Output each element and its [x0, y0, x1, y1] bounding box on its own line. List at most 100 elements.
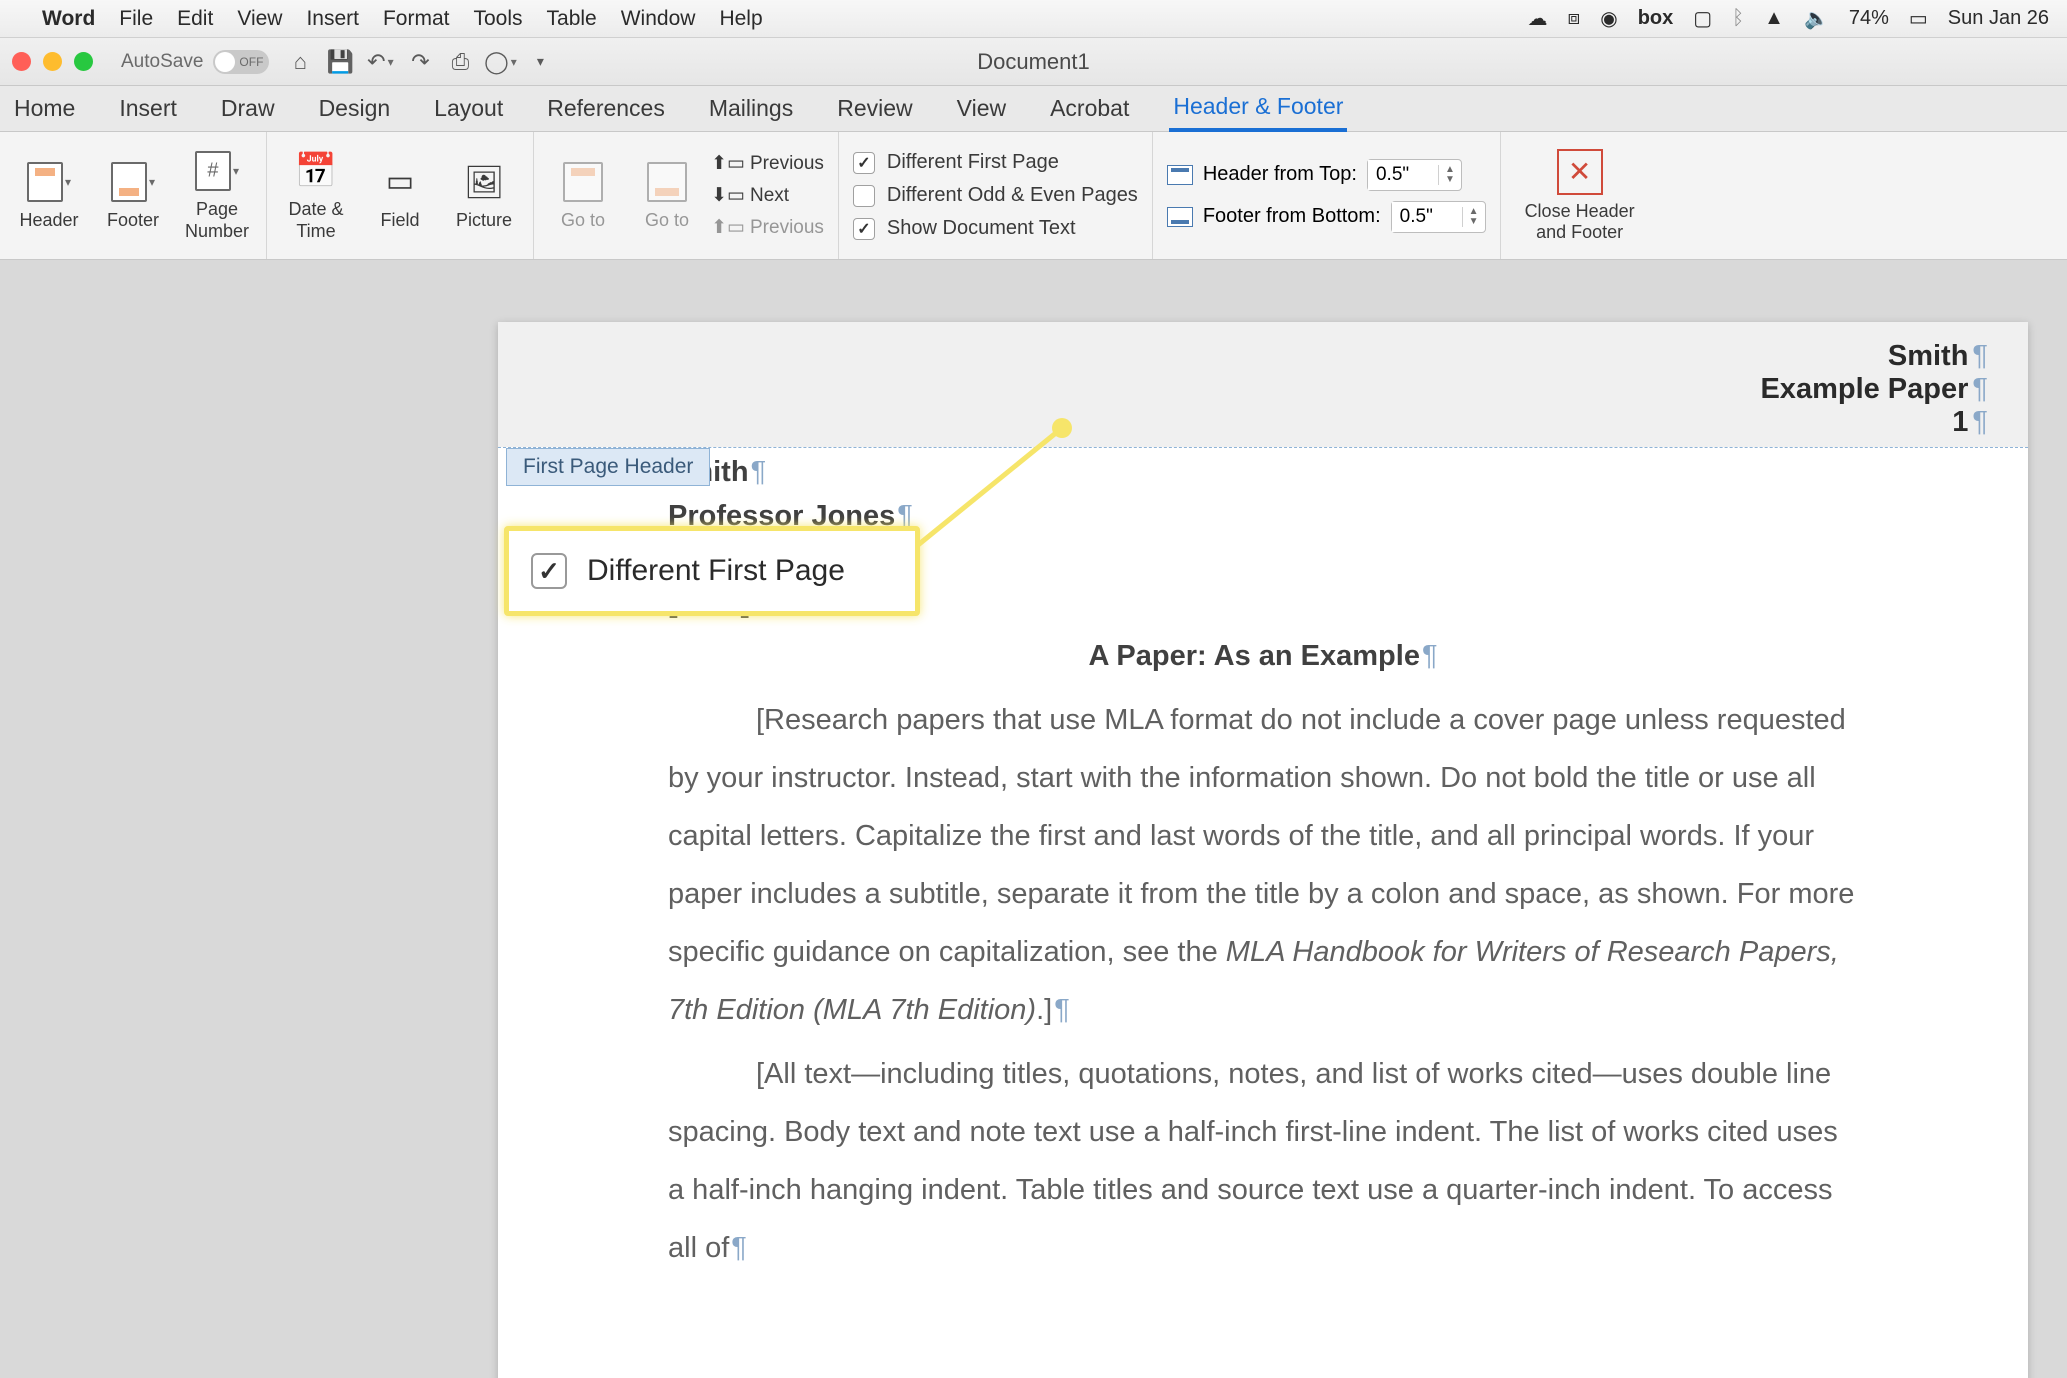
tab-home[interactable]: Home: [10, 87, 79, 130]
header-line-2: Example Paper: [1760, 373, 1988, 406]
autosave-toggle[interactable]: OFF: [213, 50, 269, 74]
next-label: Next: [750, 185, 789, 207]
menu-table[interactable]: Table: [547, 7, 597, 31]
header-page-icon: [27, 162, 63, 202]
print-icon[interactable]: ⎙: [447, 49, 473, 75]
macos-menubar: Word File Edit View Insert Format Tools …: [0, 0, 2067, 38]
window-minimize-button[interactable]: [43, 52, 62, 71]
tab-design[interactable]: Design: [315, 87, 395, 130]
footer-label: Footer: [107, 210, 159, 232]
next-button[interactable]: ⬇▭Next: [716, 184, 824, 208]
spinner-down-icon[interactable]: ▼: [1439, 175, 1461, 185]
previous-label: Previous: [750, 153, 824, 175]
battery-percent[interactable]: 74%: [1849, 7, 1889, 30]
menu-tools[interactable]: Tools: [474, 7, 523, 31]
link-previous-button[interactable]: ⬆▭ Previous: [716, 216, 824, 240]
tab-acrobat[interactable]: Acrobat: [1046, 87, 1133, 130]
footer-bottom-spinner[interactable]: ▲▼: [1391, 201, 1486, 233]
previous-button[interactable]: ⬆▭ Previous: [716, 152, 824, 176]
picture-button[interactable]: 🖼 Picture: [449, 160, 519, 232]
callout-label: Different First Page: [587, 554, 845, 588]
document-title: Document1: [977, 49, 1090, 75]
page[interactable]: Smith Example Paper 1 First Page Header …: [498, 322, 2028, 1378]
redo-icon[interactable]: ↷: [407, 49, 433, 75]
menu-help[interactable]: Help: [719, 7, 762, 31]
check-icon: [853, 218, 875, 240]
goto-header-button[interactable]: Go to: [548, 160, 618, 232]
previous-icon: ⬆▭: [716, 152, 740, 176]
tab-view[interactable]: View: [953, 87, 1010, 130]
heading-line-1: Smith: [668, 451, 1858, 495]
cc-icon[interactable]: ◉: [1600, 6, 1617, 31]
tab-insert[interactable]: Insert: [115, 87, 181, 130]
close-x-icon: ✕: [1557, 149, 1603, 195]
header-area[interactable]: Smith Example Paper 1: [498, 322, 2028, 447]
dropbox-icon[interactable]: ⧈: [1568, 7, 1581, 30]
menu-format[interactable]: Format: [383, 7, 450, 31]
tab-draw[interactable]: Draw: [217, 87, 279, 130]
menu-insert[interactable]: Insert: [306, 7, 359, 31]
page-number-label: Page Number: [185, 199, 249, 242]
paragraph-1: [Research papers that use MLA format do …: [668, 691, 1858, 1039]
close-header-footer-button[interactable]: ✕ Close Header and Footer: [1501, 132, 1659, 259]
page-number-button[interactable]: #▾ Page Number: [182, 149, 252, 242]
header-line-1: Smith: [1760, 340, 1988, 373]
link-previous-label: Previous: [750, 217, 824, 239]
header-top-spinner[interactable]: ▲▼: [1367, 159, 1462, 191]
show-document-text-checkbox[interactable]: Show Document Text: [853, 217, 1138, 240]
page-number-icon: #: [195, 151, 231, 191]
goto-footer-icon: [647, 162, 687, 202]
header-button[interactable]: ▾ Header: [14, 160, 84, 232]
link-previous-icon: ⬆▭: [716, 216, 740, 240]
cloud-icon[interactable]: ☁︎: [1528, 6, 1548, 31]
tab-mailings[interactable]: Mailings: [705, 87, 797, 130]
spinner-down-icon[interactable]: ▼: [1463, 217, 1485, 227]
field-button[interactable]: ▭ Field: [365, 160, 435, 232]
spinner-up-icon[interactable]: ▲: [1439, 165, 1461, 175]
shape-circle-icon[interactable]: ◯▾: [487, 49, 513, 75]
qat-customize-icon[interactable]: ▾: [527, 49, 553, 75]
airplay-icon[interactable]: ▢: [1693, 6, 1712, 31]
volume-icon[interactable]: 🔈: [1804, 6, 1829, 31]
tab-review[interactable]: Review: [833, 87, 916, 130]
box-icon[interactable]: box: [1638, 7, 1674, 30]
wifi-icon[interactable]: ▲: [1764, 7, 1784, 30]
save-icon[interactable]: 💾: [327, 49, 353, 75]
goto-header-icon: [563, 162, 603, 202]
different-odd-even-checkbox[interactable]: Different Odd & Even Pages: [853, 184, 1138, 207]
tab-references[interactable]: References: [543, 87, 669, 130]
paragraph-2: [All text—including titles, quotations, …: [668, 1045, 1858, 1277]
document-canvas[interactable]: Smith Example Paper 1 First Page Header …: [0, 260, 2067, 1378]
window-close-button[interactable]: [12, 52, 31, 71]
check-icon: [853, 185, 875, 207]
window-maximize-button[interactable]: [74, 52, 93, 71]
battery-icon[interactable]: ▭: [1909, 6, 1928, 31]
app-name[interactable]: Word: [42, 7, 95, 31]
menu-view[interactable]: View: [237, 7, 282, 31]
goto-footer-button[interactable]: Go to: [632, 160, 702, 232]
document-title-line: A Paper: As an Example: [668, 627, 1858, 685]
footer-bottom-label: Footer from Bottom:: [1203, 205, 1381, 228]
picture-icon: 🖼: [462, 160, 506, 204]
date-time-button[interactable]: 📅 Date & Time: [281, 149, 351, 242]
header-top-label: Header from Top:: [1203, 163, 1357, 186]
date-time-label: Date & Time: [288, 199, 343, 242]
menubar-date[interactable]: Sun Jan 26: [1948, 7, 2049, 30]
menu-edit[interactable]: Edit: [177, 7, 213, 31]
bluetooth-icon[interactable]: ᛒ: [1732, 7, 1744, 30]
menu-window[interactable]: Window: [621, 7, 696, 31]
home-icon[interactable]: ⌂: [287, 49, 313, 75]
footer-button[interactable]: ▾ Footer: [98, 160, 168, 232]
ribbon-tabs: Home Insert Draw Design Layout Reference…: [0, 86, 2067, 132]
close-header-footer-label: Close Header and Footer: [1525, 201, 1635, 243]
different-first-page-checkbox[interactable]: Different First Page: [853, 151, 1138, 174]
header-top-input[interactable]: [1368, 160, 1438, 190]
tab-layout[interactable]: Layout: [430, 87, 507, 130]
undo-icon[interactable]: ↶▾: [367, 49, 393, 75]
field-label: Field: [380, 210, 419, 232]
header-line-3: 1: [1760, 406, 1988, 439]
tab-header-footer[interactable]: Header & Footer: [1169, 85, 1347, 132]
footer-bottom-input[interactable]: [1392, 202, 1462, 232]
menu-file[interactable]: File: [119, 7, 153, 31]
spinner-up-icon[interactable]: ▲: [1463, 207, 1485, 217]
